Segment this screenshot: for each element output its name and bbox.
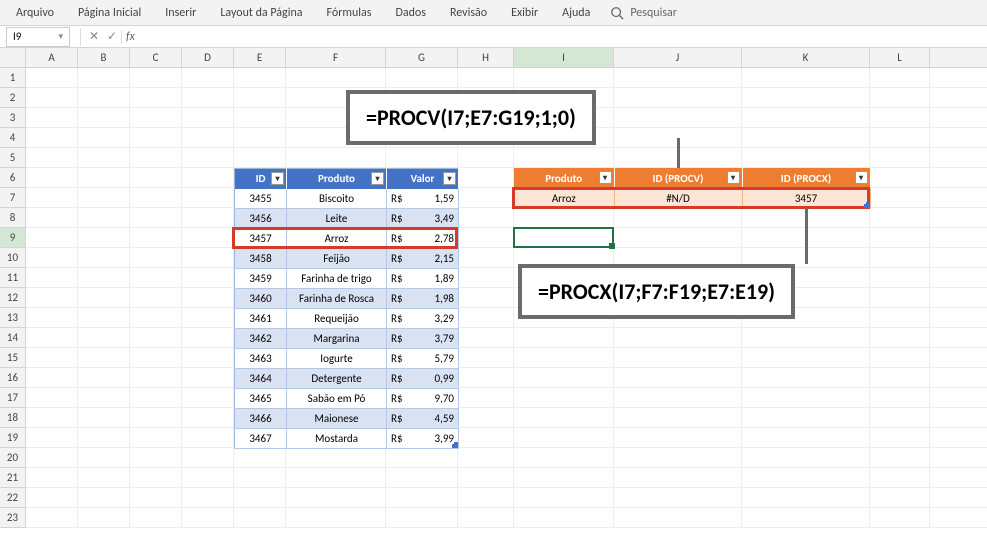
column-header-B[interactable]: B bbox=[78, 48, 130, 67]
lookup-header[interactable]: Produto bbox=[514, 168, 614, 188]
lookup-row[interactable]: Arroz#N/D3457 bbox=[514, 188, 870, 208]
filter-dropdown-icon[interactable] bbox=[599, 171, 612, 184]
row-header-17[interactable]: 17 bbox=[0, 388, 26, 408]
fx-icon[interactable]: fx bbox=[121, 30, 139, 44]
column-header-L[interactable]: L bbox=[870, 48, 930, 67]
lookup-header[interactable]: ID (PROCX) bbox=[742, 168, 870, 188]
table-row[interactable]: 3458FeijãoR$2,15 bbox=[235, 249, 459, 269]
row-header-13[interactable]: 13 bbox=[0, 308, 26, 328]
filter-dropdown-icon[interactable] bbox=[727, 171, 740, 184]
table-row[interactable]: 3456LeiteR$3,49 bbox=[235, 209, 459, 229]
row-header-21[interactable]: 21 bbox=[0, 468, 26, 488]
name-box-value: I9 bbox=[13, 30, 21, 43]
formula-callout-procx: =PROCX(I7;F7:F19;E7:E19) bbox=[518, 264, 795, 319]
ribbon-tab-ajuda[interactable]: Ajuda bbox=[550, 2, 602, 24]
column-header-E[interactable]: E bbox=[234, 48, 286, 67]
row-header-23[interactable]: 23 bbox=[0, 508, 26, 528]
filter-dropdown-icon[interactable] bbox=[271, 172, 284, 185]
filter-dropdown-icon[interactable] bbox=[443, 172, 456, 185]
row-header-12[interactable]: 12 bbox=[0, 288, 26, 308]
select-all-corner[interactable] bbox=[0, 48, 26, 67]
lookup-header[interactable]: ID (PROCV) bbox=[614, 168, 742, 188]
search-placeholder: Pesquisar bbox=[630, 6, 677, 20]
table-header-produto[interactable]: Produto bbox=[287, 169, 387, 189]
row-header-15[interactable]: 15 bbox=[0, 348, 26, 368]
table-row[interactable]: 3461RequeijãoR$3,29 bbox=[235, 309, 459, 329]
row-header-18[interactable]: 18 bbox=[0, 408, 26, 428]
formula-bar-row: I9 ▾ ✕ ✓ fx bbox=[0, 26, 987, 48]
ribbon-tab-revisão[interactable]: Revisão bbox=[438, 2, 499, 24]
table-row[interactable]: 3457ArrozR$2,78 bbox=[235, 229, 459, 249]
row-header-6[interactable]: 6 bbox=[0, 168, 26, 188]
table-row[interactable]: 3459Farinha de trigoR$1,89 bbox=[235, 269, 459, 289]
row-header-10[interactable]: 10 bbox=[0, 248, 26, 268]
cells-area[interactable]: IDProdutoValor3455BiscoitoR$1,593456Leit… bbox=[26, 68, 987, 528]
table-row[interactable]: 3465Sabão em PóR$9,70 bbox=[235, 389, 459, 409]
ribbon-menu: ArquivoPágina InicialInserirLayout da Pá… bbox=[0, 0, 987, 26]
row-header-7[interactable]: 7 bbox=[0, 188, 26, 208]
column-header-G[interactable]: G bbox=[386, 48, 458, 67]
connector-line bbox=[805, 208, 808, 264]
filter-dropdown-icon[interactable] bbox=[371, 172, 384, 185]
ribbon-tab-inserir[interactable]: Inserir bbox=[153, 2, 208, 24]
filter-dropdown-icon[interactable] bbox=[855, 171, 868, 184]
ribbon-tab-fórmulas[interactable]: Fórmulas bbox=[315, 2, 384, 24]
table-resize-handle[interactable] bbox=[864, 202, 870, 208]
table-row[interactable]: 3467MostardaR$3,99 bbox=[235, 429, 459, 449]
chevron-down-icon: ▾ bbox=[58, 31, 63, 42]
column-header-D[interactable]: D bbox=[182, 48, 234, 67]
ribbon-tab-dados[interactable]: Dados bbox=[383, 2, 437, 24]
accept-formula-icon[interactable]: ✓ bbox=[103, 29, 121, 44]
column-header-I[interactable]: I bbox=[514, 48, 614, 67]
row-headers: 1234567891011121314151617181920212223 bbox=[0, 68, 26, 528]
column-header-K[interactable]: K bbox=[742, 48, 870, 67]
row-header-3[interactable]: 3 bbox=[0, 108, 26, 128]
formula-callout-procv: =PROCV(I7;E7:G19;1;0) bbox=[346, 90, 596, 145]
column-header-A[interactable]: A bbox=[26, 48, 78, 67]
column-header-H[interactable]: H bbox=[458, 48, 514, 67]
column-header-F[interactable]: F bbox=[286, 48, 386, 67]
row-header-22[interactable]: 22 bbox=[0, 488, 26, 508]
table-row[interactable]: 3455BiscoitoR$1,59 bbox=[235, 189, 459, 209]
table-resize-handle[interactable] bbox=[452, 442, 458, 448]
divider bbox=[80, 28, 81, 46]
row-header-9[interactable]: 9 bbox=[0, 228, 26, 248]
row-header-19[interactable]: 19 bbox=[0, 428, 26, 448]
row-header-14[interactable]: 14 bbox=[0, 328, 26, 348]
table-row[interactable]: 3462MargarinaR$3,79 bbox=[235, 329, 459, 349]
table-header-valor[interactable]: Valor bbox=[387, 169, 459, 189]
table-row[interactable]: 3464DetergenteR$0,99 bbox=[235, 369, 459, 389]
column-headers: ABCDEFGHIJKL bbox=[0, 48, 987, 68]
ribbon-tab-exibir[interactable]: Exibir bbox=[499, 2, 550, 24]
lookup-result-table: ProdutoID (PROCV)ID (PROCX)Arroz#N/D3457 bbox=[514, 168, 871, 208]
column-header-C[interactable]: C bbox=[130, 48, 182, 67]
row-header-5[interactable]: 5 bbox=[0, 148, 26, 168]
row-header-11[interactable]: 11 bbox=[0, 268, 26, 288]
search-icon bbox=[610, 6, 624, 20]
cancel-formula-icon[interactable]: ✕ bbox=[85, 29, 103, 44]
column-header-J[interactable]: J bbox=[614, 48, 742, 67]
row-header-1[interactable]: 1 bbox=[0, 68, 26, 88]
table-row[interactable]: 3460Farinha de RoscaR$1,98 bbox=[235, 289, 459, 309]
ribbon-tab-página-inicial[interactable]: Página Inicial bbox=[66, 2, 153, 24]
row-header-20[interactable]: 20 bbox=[0, 448, 26, 468]
row-header-4[interactable]: 4 bbox=[0, 128, 26, 148]
row-header-16[interactable]: 16 bbox=[0, 368, 26, 388]
row-header-2[interactable]: 2 bbox=[0, 88, 26, 108]
row-header-8[interactable]: 8 bbox=[0, 208, 26, 228]
name-box[interactable]: I9 ▾ bbox=[6, 27, 70, 47]
products-table: IDProdutoValor3455BiscoitoR$1,593456Leit… bbox=[234, 168, 459, 449]
table-row[interactable]: 3463IogurteR$5,79 bbox=[235, 349, 459, 369]
spreadsheet-grid: ABCDEFGHIJKL 123456789101112131415161718… bbox=[0, 48, 987, 528]
table-header-id[interactable]: ID bbox=[235, 169, 287, 189]
ribbon-tab-arquivo[interactable]: Arquivo bbox=[4, 2, 66, 24]
ribbon-tab-layout-da-página[interactable]: Layout da Página bbox=[208, 2, 314, 24]
table-row[interactable]: 3466MaioneseR$4,59 bbox=[235, 409, 459, 429]
connector-line bbox=[677, 138, 680, 168]
search-box[interactable]: Pesquisar bbox=[602, 6, 685, 20]
